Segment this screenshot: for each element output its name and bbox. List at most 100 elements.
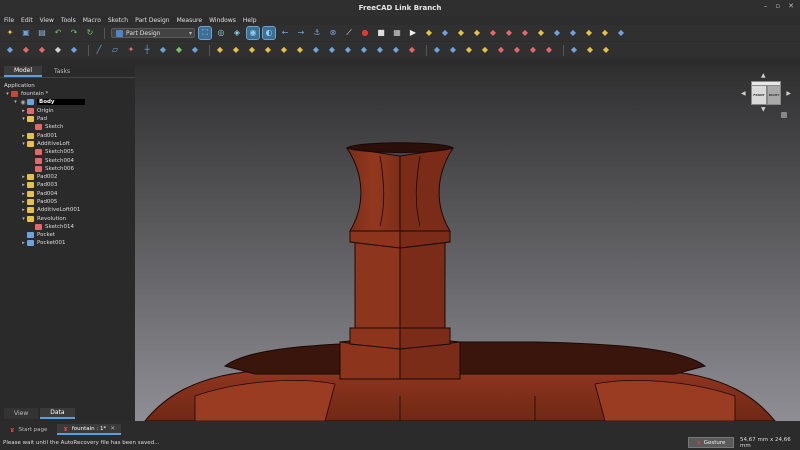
tree-item[interactable]: ▾ fountain * (0, 90, 135, 98)
pad-icon[interactable]: ◆ (214, 44, 226, 56)
point-tool-icon[interactable]: ✦ (125, 44, 137, 56)
mirrored-icon[interactable]: ◆ (495, 44, 507, 56)
body-tool-icon[interactable]: ◆ (439, 27, 451, 39)
refresh-icon[interactable]: ↻ (84, 27, 96, 39)
clone-icon[interactable]: ◆ (471, 27, 483, 39)
expand-arrow-icon[interactable]: ▾ (12, 99, 19, 105)
tree-item[interactable]: ▸ Pad005 (0, 198, 135, 206)
flip-icon[interactable]: ◆ (615, 27, 627, 39)
navcube-arrow-up-icon[interactable]: ▲ (761, 72, 766, 79)
menu-edit[interactable]: Edit (21, 17, 33, 24)
macros-icon[interactable]: ▦ (391, 27, 403, 39)
tree-item[interactable]: ▸ Origin (0, 107, 135, 115)
collapse-arrow-icon[interactable]: ▸ (20, 108, 27, 114)
tree-item[interactable]: Sketch004 (0, 156, 135, 164)
thickness-icon[interactable]: ◆ (479, 44, 491, 56)
navigation-cube[interactable]: ▲ ◀ ▶ ▼ FRONT RIGHT (741, 72, 791, 118)
wrap-icon[interactable]: ◆ (584, 44, 596, 56)
new-document-icon[interactable]: ✦ (4, 27, 16, 39)
tree-item[interactable]: ▸ Pad004 (0, 190, 135, 198)
link-group-icon[interactable]: ⊗ (327, 27, 339, 39)
subtractive-pipe-icon[interactable]: ◆ (374, 44, 386, 56)
draw-style-icon[interactable]: ◈ (231, 27, 243, 39)
expand-arrow-icon[interactable]: ▾ (20, 116, 27, 122)
tree-item[interactable]: ▸ Pad001 (0, 131, 135, 139)
subshape-binder-icon[interactable]: ◆ (173, 44, 185, 56)
collapse-arrow-icon[interactable]: ▸ (20, 191, 27, 197)
collapse-arrow-icon[interactable]: ▸ (20, 240, 27, 246)
menu-sketch[interactable]: Sketch (108, 17, 128, 24)
measure-icon[interactable]: ⟋ (343, 27, 355, 39)
maximize-button[interactable]: ▫ (775, 2, 780, 10)
tab-view[interactable]: View (4, 408, 39, 419)
expand-arrow-icon[interactable]: ▾ (4, 91, 11, 97)
back-icon[interactable]: ← (279, 27, 291, 39)
collapse-arrow-icon[interactable]: ▸ (20, 182, 27, 188)
navcube-arrow-right-icon[interactable]: ▶ (786, 90, 791, 97)
navcube-arrow-left-icon[interactable]: ◀ (741, 90, 746, 97)
subtractive-loft-icon[interactable]: ◆ (358, 44, 370, 56)
import-icon[interactable]: ◆ (52, 44, 64, 56)
line-tool-icon[interactable]: ╱ (93, 44, 105, 56)
document-tab[interactable]: ɤ Start page (4, 424, 53, 435)
revolution-icon[interactable]: ◆ (230, 44, 242, 56)
polar-pattern-icon[interactable]: ◆ (527, 44, 539, 56)
validate-sketch-icon[interactable]: ◆ (36, 44, 48, 56)
subtractive-box-icon[interactable]: ◆ (406, 44, 418, 56)
menu-tools[interactable]: Tools (61, 17, 76, 24)
helix-icon[interactable]: ◆ (278, 44, 290, 56)
navcube-menu-icon[interactable] (781, 112, 787, 118)
open-icon[interactable]: ▣ (20, 27, 32, 39)
draft-icon[interactable]: ◆ (463, 44, 475, 56)
save-icon[interactable]: ▤ (36, 27, 48, 39)
plane-icon[interactable]: ◆ (535, 27, 547, 39)
fit-selection-icon[interactable]: ◎ (215, 27, 227, 39)
menu-view[interactable]: View (40, 17, 54, 24)
hole-icon[interactable]: ◆ (326, 44, 338, 56)
minimize-button[interactable]: – (764, 2, 768, 10)
stereo-icon[interactable]: ◐ (262, 26, 276, 40)
tool-extra-icon[interactable]: ◆ (600, 44, 612, 56)
menu-help[interactable]: Help (243, 17, 257, 24)
part-icon[interactable]: ◆ (68, 44, 80, 56)
collapse-arrow-icon[interactable]: ▸ (20, 133, 27, 139)
menu-file[interactable]: File (4, 17, 14, 24)
plane-tool-icon[interactable]: ▱ (109, 44, 121, 56)
execute-macro-icon[interactable]: ▶ (407, 27, 419, 39)
tree-item[interactable]: ▸ Pad002 (0, 173, 135, 181)
cs-icon[interactable]: ◆ (583, 27, 595, 39)
expand-arrow-icon[interactable]: ▾ (20, 141, 27, 147)
undo-icon[interactable]: ↶ (52, 27, 64, 39)
tree-item[interactable]: Sketch014 (0, 223, 135, 231)
close-button[interactable]: ✕ (788, 2, 794, 10)
menu-measure[interactable]: Measure (177, 17, 203, 24)
clone-tool-icon[interactable]: ◆ (189, 44, 201, 56)
loft-icon[interactable]: ◆ (246, 44, 258, 56)
binder-icon[interactable]: ◆ (487, 27, 499, 39)
fit-all-icon[interactable]: ⛶ (198, 26, 212, 40)
tab-model[interactable]: Model (4, 66, 43, 77)
navcube-arrow-down-icon[interactable]: ▼ (761, 106, 766, 113)
redo-icon[interactable]: ↷ (68, 27, 80, 39)
menu-macro[interactable]: Macro (83, 17, 101, 24)
tree-item[interactable]: ▾ AdditiveLoft (0, 140, 135, 148)
shape-binder-icon[interactable]: ◆ (599, 27, 611, 39)
multitransform-icon[interactable]: ◆ (543, 44, 555, 56)
record-macro-icon[interactable]: ● (359, 27, 371, 39)
line-icon[interactable]: ◆ (551, 27, 563, 39)
linear-pattern-icon[interactable]: ◆ (511, 44, 523, 56)
stop-macro-icon[interactable]: ■ (375, 27, 387, 39)
part-tool-icon[interactable]: ◆ (423, 27, 435, 39)
collapse-arrow-icon[interactable]: ▸ (20, 199, 27, 205)
tree-item[interactable]: Pocket (0, 231, 135, 239)
visibility-icon[interactable]: ◉ (19, 99, 27, 106)
tree-item[interactable]: ▾ ◉ Body (0, 98, 135, 106)
boolean-icon[interactable]: ◆ (568, 44, 580, 56)
workbench-selector[interactable]: Part Design ▾ (111, 28, 195, 38)
bounding-box-icon[interactable]: ◉ (246, 26, 260, 40)
tab-data[interactable]: Data (40, 408, 75, 419)
tree-item[interactable]: Sketch006 (0, 165, 135, 173)
link-icon[interactable]: ⚓ (311, 27, 323, 39)
fillet-icon[interactable]: ◆ (431, 44, 443, 56)
tree-item[interactable]: Sketch (0, 123, 135, 131)
